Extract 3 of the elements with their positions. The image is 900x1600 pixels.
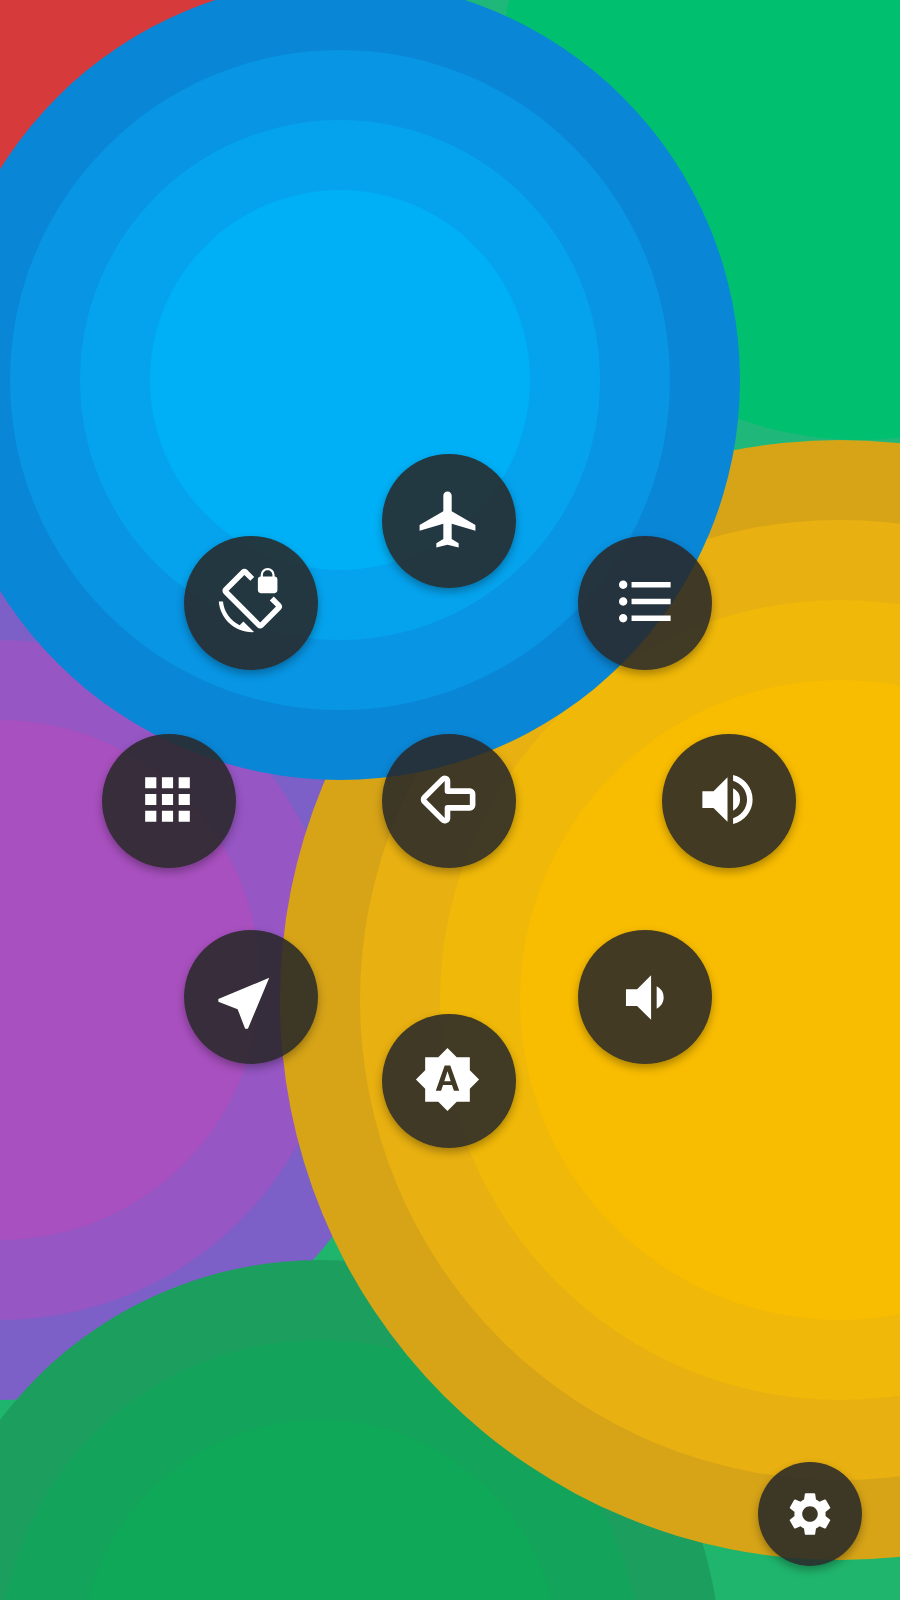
brightness-auto-icon	[414, 1046, 482, 1114]
rotation-lock-icon	[216, 568, 284, 636]
settings-icon	[784, 1488, 836, 1540]
